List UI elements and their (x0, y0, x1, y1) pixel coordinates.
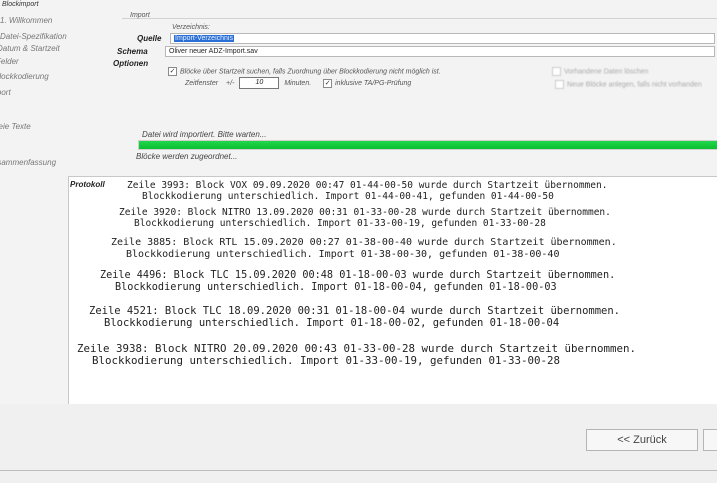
checkbox-icon[interactable] (552, 67, 561, 76)
progress-fill (139, 141, 717, 149)
log-entry: Zeile 4521: Block TLC 18.09.2020 00:31 0… (89, 305, 620, 329)
schema-label: Schema (117, 47, 148, 56)
window-title: Blockimport (2, 1, 39, 8)
log-entry-line: Blockkodierung unterschiedlich. Import 0… (126, 248, 560, 260)
group-separator (122, 18, 717, 19)
source-label: Quelle (137, 34, 162, 43)
wizard-nav: 1. Willkommen Datei-Spezifikation Datum … (0, 10, 95, 180)
nav-item-fields[interactable]: Felder (0, 57, 19, 66)
back-button[interactable]: << Zurück (586, 429, 698, 451)
log-entry-line: Zeile 4521: Block TLC 18.09.2020 00:31 0… (89, 305, 621, 317)
protokoll-label: Protokoll (70, 180, 105, 189)
checkmark-icon[interactable]: ✓ (168, 67, 177, 76)
import-status-text: Datei wird importiert. Bitte warten... (142, 130, 267, 139)
nav-item-date-start[interactable]: Datum & Startzeit (0, 44, 60, 53)
log-entry: Zeile 3993: Block VOX 09.09.2020 00:47 0… (127, 180, 607, 203)
log-entry-line: Blockkodierung unterschiedlich. Import 0… (92, 354, 561, 368)
schema-input-value: Oliver neuer ADZ-Import.sav (169, 48, 258, 55)
plus-minus-label: +/- (226, 79, 235, 87)
minutes-label: Minuten. (284, 79, 312, 87)
log-entry-line: Blockkodierung unterschiedlich. Import 0… (115, 281, 557, 293)
log-entry-line: Blockkodierung unterschiedlich. Import 0… (134, 217, 546, 229)
option-delete-existing[interactable]: Vorhandene Daten löschen (552, 67, 648, 76)
options-label: Optionen (113, 59, 149, 68)
nav-item-free-texts[interactable]: Freie Texte (0, 122, 31, 131)
log-entry: Zeile 4496: Block TLC 15.09.2020 00:48 0… (100, 270, 615, 293)
time-window-row: Zeitfenster +/- 10 Minuten. ✓ inklusive T… (185, 77, 411, 89)
assignment-status-text: Blöcke werden zugeordnet... (136, 152, 238, 161)
time-window-input[interactable]: 10 (239, 77, 280, 89)
protokoll-log[interactable]: Zeile 3993: Block VOX 09.09.2020 00:47 0… (68, 176, 717, 406)
option-create-blocks[interactable]: Neue Blöcke anlegen, falls nicht vorhand… (555, 80, 702, 89)
option-create-blocks-label: Neue Blöcke anlegen, falls nicht vorhand… (567, 81, 702, 89)
nav-item-file-spec[interactable]: Datei-Spezifikation (0, 32, 67, 41)
nav-item-block-coding[interactable]: Blockkodierung (0, 72, 49, 81)
import-progress-bar (138, 140, 717, 150)
source-input[interactable]: Import-Verzeichnis (170, 33, 715, 44)
checkmark-icon[interactable]: ✓ (323, 78, 333, 88)
next-button[interactable] (703, 429, 717, 451)
option-search-by-start-time[interactable]: ✓ Blöcke über Startzeit suchen, falls Zuo… (168, 67, 441, 76)
inclusive-ta-pg-label: inklusive TA/PG-Prüfung (335, 79, 412, 87)
checkbox-icon[interactable] (555, 80, 564, 89)
log-entry: Zeile 3885: Block RTL 15.09.2020 00:27 0… (111, 237, 617, 260)
log-entry: Zeile 3938: Block NITRO 20.09.2020 00:43… (77, 342, 636, 368)
log-entry-line: Zeile 3885: Block RTL 15.09.2020 00:27 0… (111, 237, 617, 248)
option-search-by-start-time-label: Blöcke über Startzeit suchen, falls Zuor… (180, 68, 441, 76)
nav-item-welcome[interactable]: 1. Willkommen (0, 16, 52, 25)
log-entry-line: Blockkodierung unterschiedlich. Import 0… (142, 190, 554, 202)
bottom-divider (0, 470, 717, 471)
source-input-value: Import-Verzeichnis (174, 35, 234, 42)
log-entry: Zeile 3920: Block NITRO 13.09.2020 00:31… (119, 207, 611, 230)
source-directory-hint: Verzeichnis: (172, 24, 210, 31)
import-group-title: Import (130, 12, 150, 19)
nav-item-import[interactable]: Import (0, 88, 11, 97)
time-window-label: Zeitfenster (185, 79, 219, 87)
schema-input[interactable]: Oliver neuer ADZ-Import.sav (165, 46, 715, 57)
import-wizard-window: Blockimport 1. Willkommen Datei-Spezifik… (0, 0, 717, 483)
nav-item-summary[interactable]: Zusammenfassung (0, 158, 56, 167)
log-entry-line: Zeile 4496: Block TLC 15.09.2020 00:48 0… (100, 270, 616, 281)
option-delete-existing-label: Vorhandene Daten löschen (564, 68, 649, 76)
log-entry-line: Blockkodierung unterschiedlich. Import 0… (104, 317, 560, 330)
